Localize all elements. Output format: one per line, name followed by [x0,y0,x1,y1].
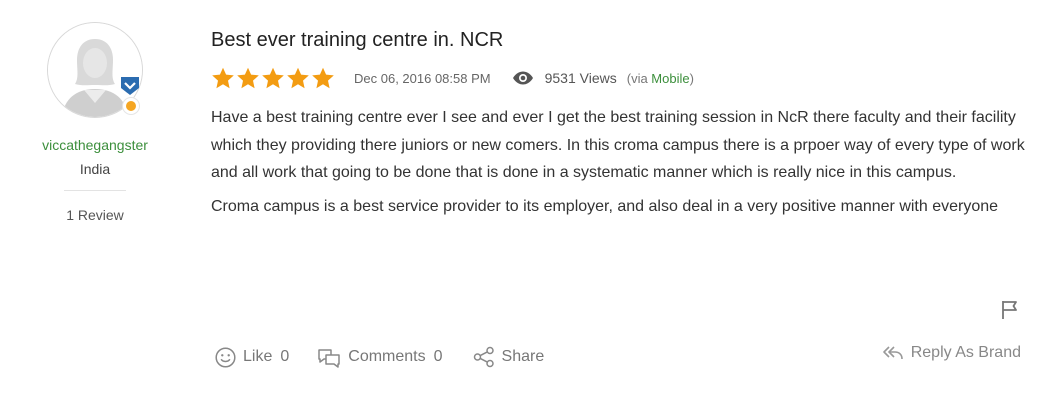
divider [64,190,126,191]
smiley-icon [215,346,236,368]
reviewer-username[interactable]: viccathegangster [20,137,170,153]
reply-as-brand-button[interactable]: Reply As Brand [882,344,1021,362]
star-icon [212,67,234,88]
reviewer-review-count[interactable]: 1 Review [20,207,170,223]
verified-shield-icon [121,77,139,95]
reviewer-panel: viccathegangster India 1 Review [20,22,170,223]
share-button[interactable]: Share [473,346,545,368]
via-source: (via Mobile) [627,71,694,86]
like-label: Like [243,348,273,365]
review-paragraph: Have a best training centre ever I see a… [211,109,1025,181]
like-count: 0 [280,348,290,365]
comments-button[interactable]: Comments 0 [317,347,443,368]
reply-all-icon [882,346,903,360]
flag-icon[interactable] [1001,300,1019,320]
star-icon [312,67,334,88]
review-content: Best ever training centre in. NCR Dec 06… [211,28,1041,220]
via-prefix: (via [626,70,652,86]
review-body: Have a best training centre ever I see a… [211,104,1041,220]
review-title: Best ever training centre in. NCR [211,29,504,51]
review-date: Dec 06, 2016 08:58 PM [354,70,491,86]
avatar-container [47,22,143,118]
star-icon [287,67,309,88]
share-label: Share [501,348,545,365]
review-actions: Like 0 Comments 0 Share [215,346,544,368]
review-paragraph: Croma campus is a best service provider … [211,197,999,215]
view-count: 9531 Views [544,70,617,86]
like-button[interactable]: Like 0 [215,346,290,368]
review-meta: Dec 06, 2016 08:58 PM 9531 Views (via Mo… [211,66,1041,90]
share-icon [473,346,494,368]
comments-count: 0 [433,348,443,365]
star-icon [237,67,259,88]
star-icon [262,67,284,88]
reply-label: Reply As Brand [910,344,1021,361]
reviewer-country: India [79,161,111,177]
star-rating [211,67,335,90]
comments-label: Comments [348,348,426,365]
status-dot-icon [123,98,139,114]
comment-bubbles-icon [318,348,341,368]
via-suffix: ) [689,70,694,86]
eye-icon [512,71,533,85]
via-mobile: Mobile [651,70,690,86]
